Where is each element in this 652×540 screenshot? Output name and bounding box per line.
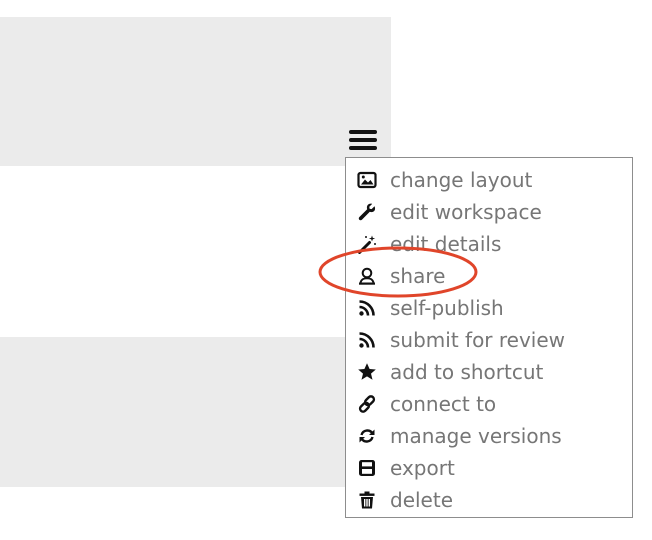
content-panel-bottom	[0, 337, 391, 487]
menu-item-label: edit details	[390, 232, 502, 256]
hamburger-menu-icon[interactable]	[344, 126, 382, 156]
menu-item-change-layout[interactable]: change layout	[346, 164, 632, 196]
wrench-icon	[356, 201, 378, 223]
save-icon	[356, 457, 378, 479]
menu-item-add-to-shortcut[interactable]: add to shortcut	[346, 356, 632, 388]
star-icon	[356, 361, 378, 383]
menu-item-connect-to[interactable]: connect to	[346, 388, 632, 420]
menu-item-label: submit for review	[390, 328, 566, 352]
menu-item-edit-details[interactable]: edit details	[346, 228, 632, 260]
rss-icon	[356, 329, 378, 351]
context-menu: change layout edit workspace edit detail…	[345, 157, 633, 518]
menu-item-label: manage versions	[390, 424, 562, 448]
menu-item-share[interactable]: share	[346, 260, 632, 292]
menu-item-submit-for-review[interactable]: submit for review	[346, 324, 632, 356]
menu-item-label: edit workspace	[390, 200, 542, 224]
menu-item-label: export	[390, 456, 455, 480]
link-icon	[356, 393, 378, 415]
menu-item-label: self-publish	[390, 296, 504, 320]
content-panel-top	[0, 17, 391, 166]
sync-icon	[356, 425, 378, 447]
menu-item-delete[interactable]: delete	[346, 484, 632, 516]
menu-item-label: delete	[390, 488, 454, 512]
menu-item-label: change layout	[390, 168, 533, 192]
menu-item-export[interactable]: export	[346, 452, 632, 484]
menu-item-label: add to shortcut	[390, 360, 544, 384]
trash-icon	[356, 489, 378, 511]
magic-wand-icon	[356, 233, 378, 255]
menu-item-edit-workspace[interactable]: edit workspace	[346, 196, 632, 228]
menu-item-manage-versions[interactable]: manage versions	[346, 420, 632, 452]
rss-icon	[356, 297, 378, 319]
menu-item-label: connect to	[390, 392, 497, 416]
page: change layout edit workspace edit detail…	[0, 0, 652, 540]
menu-item-self-publish[interactable]: self-publish	[346, 292, 632, 324]
image-icon	[356, 169, 378, 191]
user-share-icon	[356, 265, 378, 287]
menu-item-label: share	[390, 264, 446, 288]
